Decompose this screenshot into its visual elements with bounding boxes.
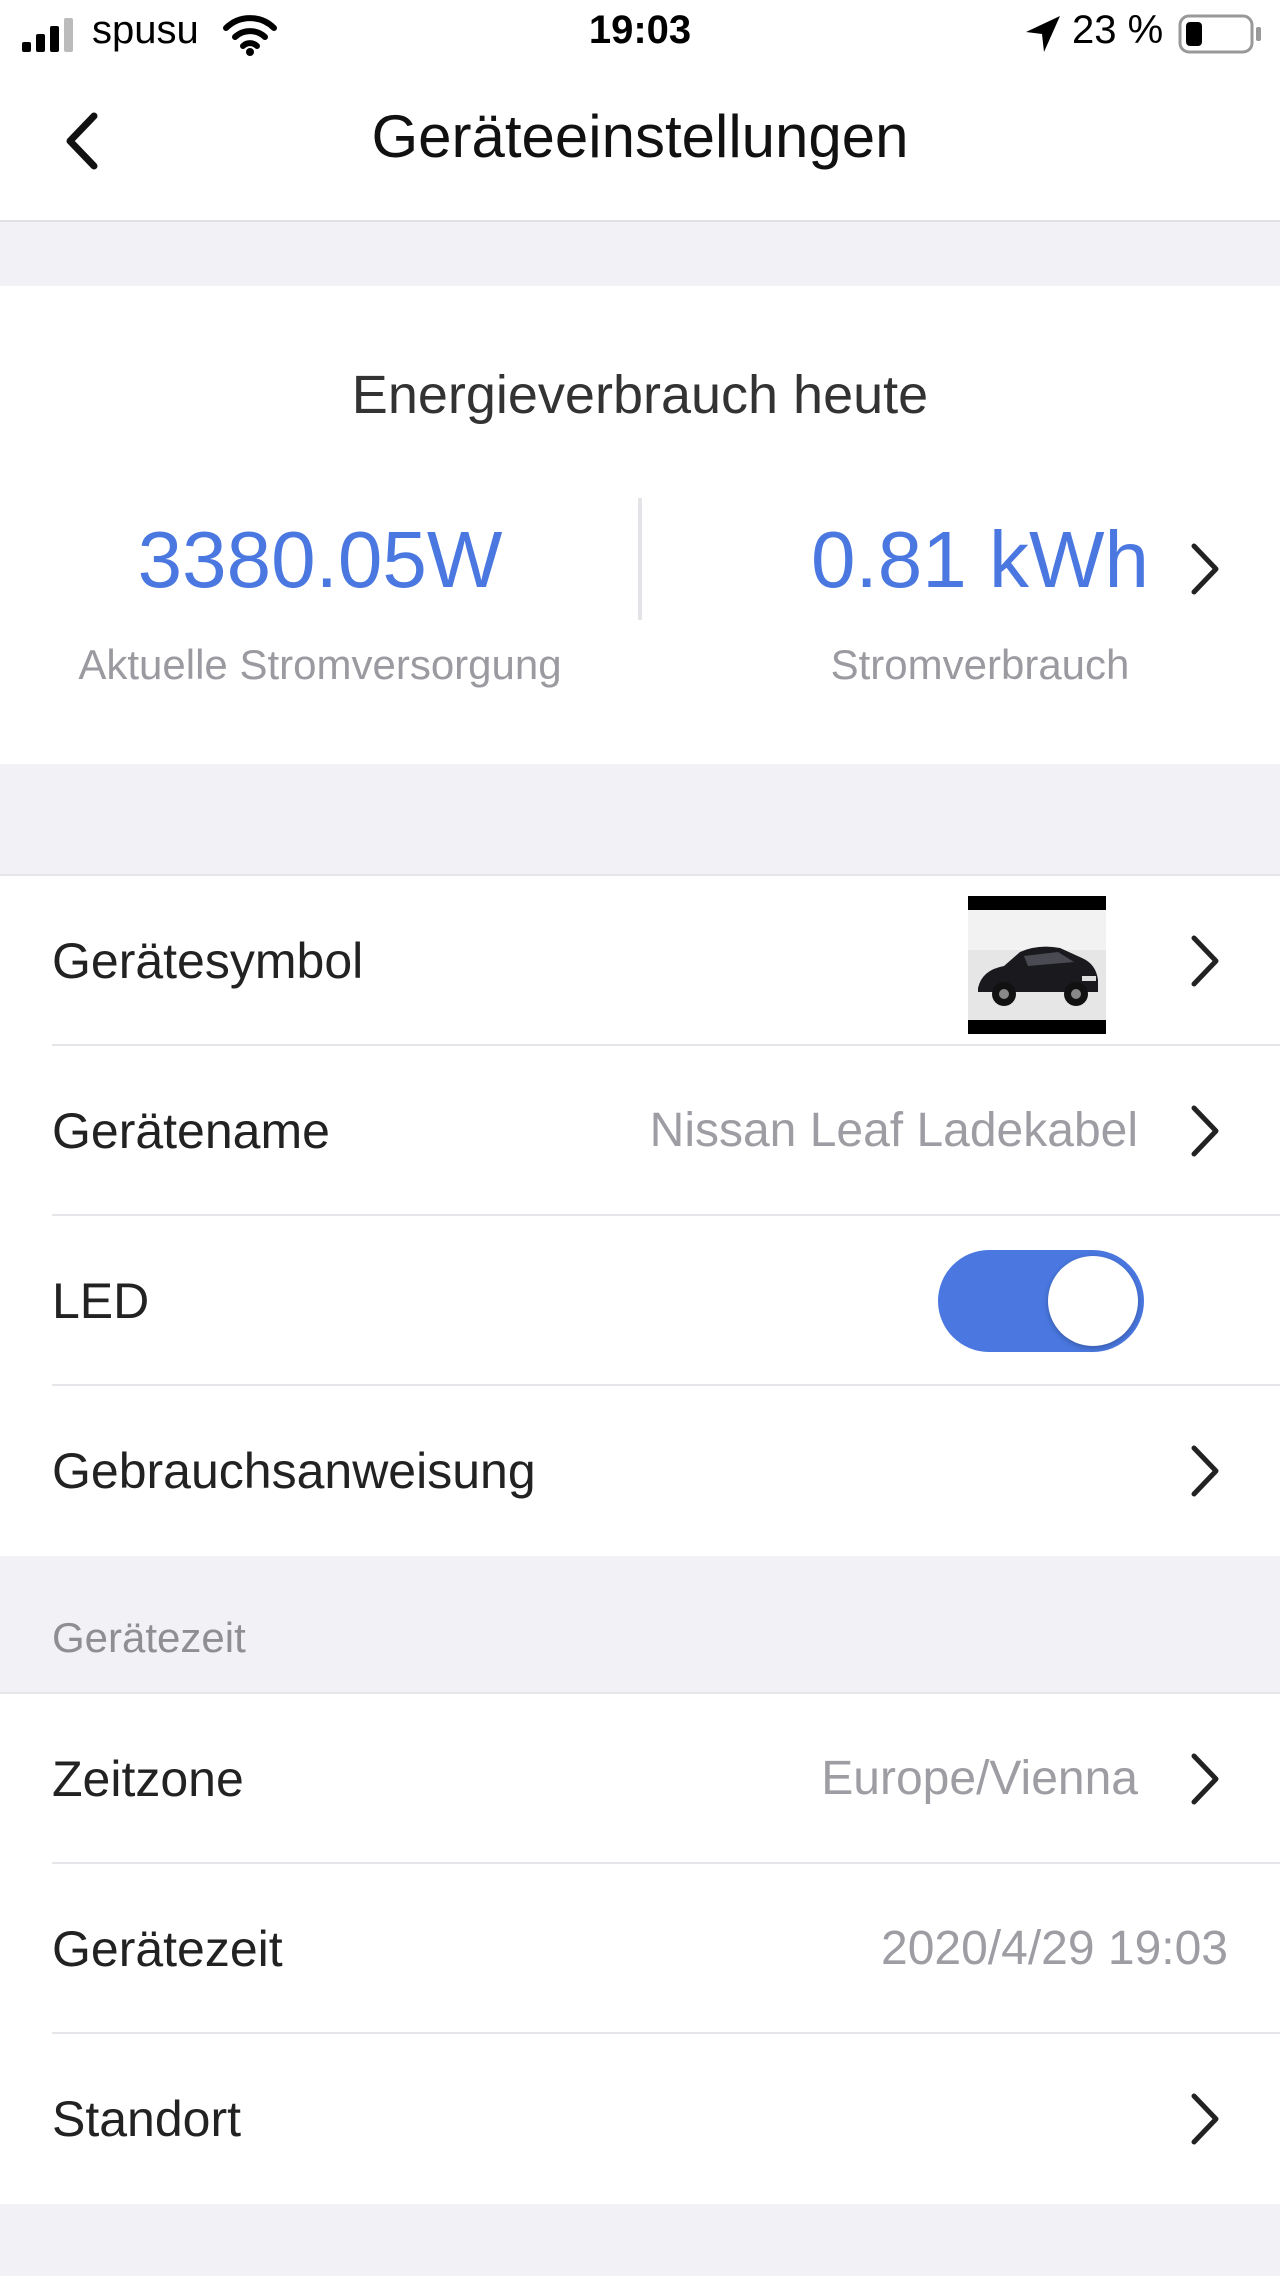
device-name-value: Nissan Leaf Ladekabel [649, 1104, 1138, 1157]
energy-summary-card: Energieverbrauch heute 3380.05W Aktuelle… [0, 286, 1280, 764]
battery-icon [1178, 14, 1261, 54]
value-divider [638, 498, 642, 620]
chevron-right-icon [1191, 2093, 1219, 2145]
manual-row[interactable]: Gebrauchsanweisung [0, 1386, 1280, 1556]
page-title: Geräteeinstellungen [371, 103, 909, 170]
device-name-row[interactable]: Gerätename Nissan Leaf Ladekabel [0, 1046, 1280, 1216]
device-time-label: Gerätezeit [52, 1921, 283, 1977]
device-settings-group: Gerätesymbol Gerätename Nissan Leaf Lade… [0, 874, 1280, 1556]
timezone-label: Zeitzone [52, 1751, 244, 1807]
manual-label: Gebrauchsanweisung [52, 1443, 536, 1499]
device-time-value: 2020/4/29 19:03 [881, 1922, 1228, 1975]
led-toggle[interactable] [938, 1250, 1144, 1352]
chevron-right-icon [1191, 1105, 1219, 1157]
chevron-right-icon [1191, 935, 1219, 987]
device-thumbnail [968, 896, 1106, 1034]
location-arrow-icon [1026, 16, 1060, 52]
chevron-right-icon [1191, 1753, 1219, 1805]
led-label: LED [52, 1273, 150, 1329]
chevron-right-icon [1191, 1445, 1219, 1497]
location-row[interactable]: Standort [0, 2034, 1280, 2204]
energy-consumption-link[interactable]: 0.81 kWh Stromverbrauch [660, 496, 1260, 696]
device-time-group: Zeitzone Europe/Vienna Gerätezeit 2020/4… [0, 1692, 1280, 2204]
location-label: Standort [52, 2091, 242, 2147]
device-time-row: Gerätezeit 2020/4/29 19:03 [0, 1864, 1280, 2034]
current-power-value: 3380.05W [137, 515, 503, 604]
energy-title: Energieverbrauch heute [351, 365, 929, 425]
current-power-label: Aktuelle Stromversorgung [78, 641, 562, 688]
section-header-device-time: Gerätezeit [52, 1614, 246, 1661]
status-bar: spusu 19:03 23 % [0, 0, 1280, 70]
device-icon-row[interactable]: Gerätesymbol [0, 876, 1280, 1046]
timezone-value: Europe/Vienna [821, 1752, 1138, 1805]
consumption-value: 0.81 kWh [811, 515, 1149, 604]
toggle-knob [1048, 1256, 1138, 1346]
battery-percentage: 23 % [1072, 8, 1164, 52]
led-row: LED [0, 1216, 1280, 1386]
consumption-label: Stromverbrauch [830, 641, 1130, 688]
navigation-bar: Geräteeinstellungen [0, 70, 1280, 222]
timezone-row[interactable]: Zeitzone Europe/Vienna [0, 1694, 1280, 1864]
device-name-label: Gerätename [52, 1103, 330, 1159]
device-icon-label: Gerätesymbol [52, 933, 364, 989]
chevron-right-icon [1191, 543, 1219, 595]
